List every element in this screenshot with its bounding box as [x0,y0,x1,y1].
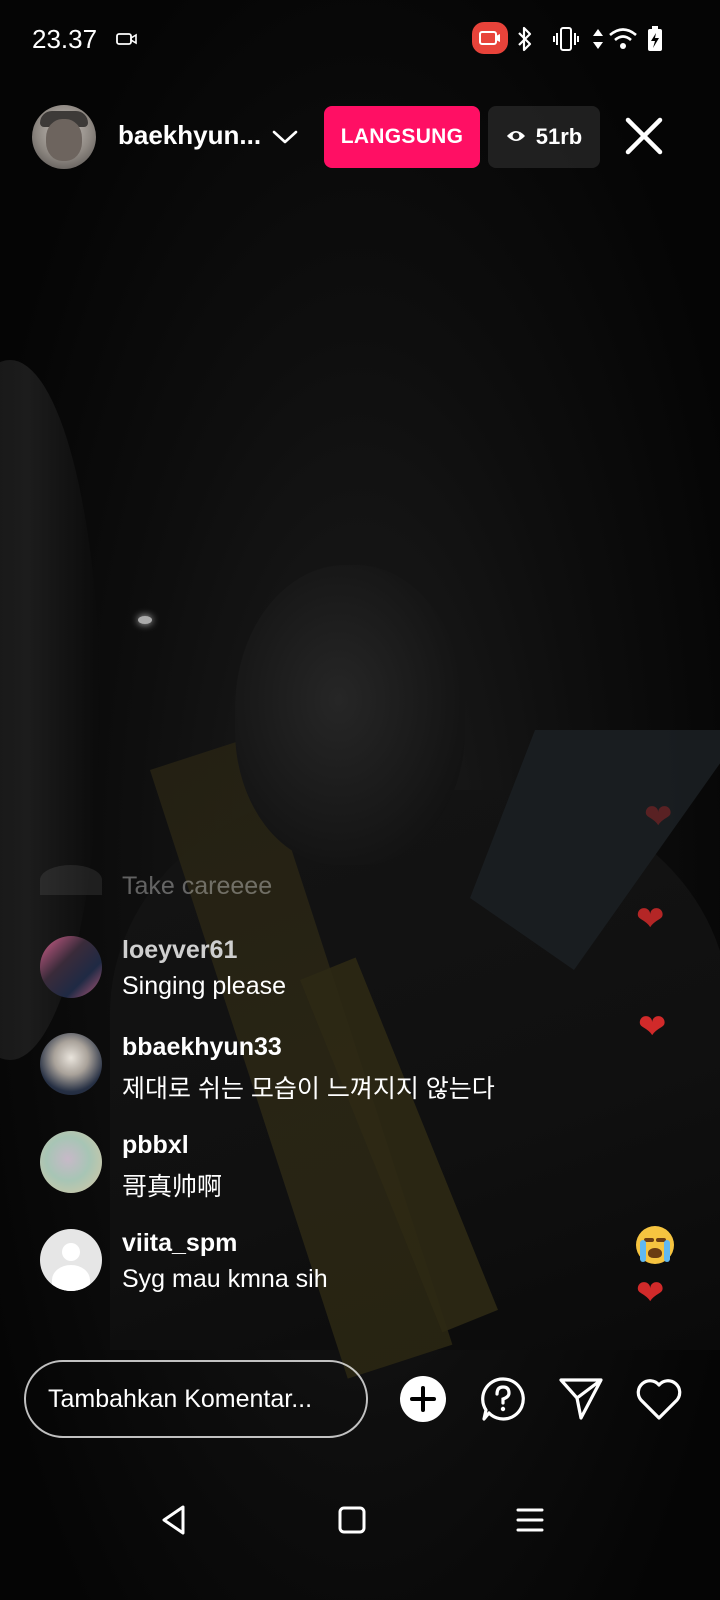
faded-comment-avatar [40,865,102,895]
heart-reaction-icon: ❤ [636,1274,665,1312]
back-icon[interactable] [144,1490,204,1550]
video-camera-icon [116,24,138,54]
comment-username[interactable]: bbaekhyun33 [122,1033,282,1062]
video-light-spot [138,616,152,624]
recents-menu-icon[interactable] [500,1490,560,1550]
comment-username[interactable]: loeyver61 [122,936,237,965]
comment-item[interactable]: bbaekhyun33 제대로 쉬는 모습이 느껴지지 않는다 [40,1033,600,1113]
avatar-face [46,119,82,161]
heart-reaction-icon: ❤ [644,798,673,836]
live-badge: LANGSUNG [324,106,480,168]
vibrate-icon [552,24,580,54]
avatar-body-shape [52,1265,90,1291]
comment-message: Syg mau kmna sih [122,1265,328,1293]
comment-username[interactable]: viita_spm [122,1229,237,1258]
emoji-tear [640,1240,646,1262]
comment-message: 哥真帅啊 [122,1173,223,1201]
comment-message: Singing please [122,972,287,1000]
wifi-icon [608,24,638,54]
avatar-head-shape [62,1243,80,1261]
video-shape-head [235,565,465,865]
data-arrows-icon [592,24,604,54]
heart-reaction-icon: ❤ [636,900,665,938]
default-avatar-icon[interactable] [40,1229,102,1291]
faded-comment: Take careeee [122,872,273,900]
comment-item[interactable]: pbbxl 哥真帅啊 [40,1131,600,1211]
chevron-down-icon[interactable] [270,122,300,152]
comment-item[interactable]: viita_spm Syg mau kmna sih [40,1229,600,1309]
home-icon[interactable] [322,1490,382,1550]
commenter-avatar[interactable] [40,1131,102,1193]
status-time: 23.37 [32,24,98,54]
comment-username[interactable]: pbbxl [122,1131,189,1160]
battery-charging-icon [646,24,664,54]
commenter-avatar[interactable] [40,936,102,998]
send-icon[interactable] [556,1374,606,1424]
close-icon[interactable] [622,114,666,158]
viewer-count-badge[interactable]: 51rb [488,106,600,168]
comment-item[interactable]: loeyver61 Singing please [40,936,600,1016]
emoji-tear [664,1240,670,1262]
commenter-avatar[interactable] [40,1033,102,1095]
viewer-count: 51rb [535,124,583,149]
host-avatar[interactable] [32,105,96,169]
comment-input[interactable]: Tambahkan Komentar... [24,1360,368,1438]
crying-face-icon [636,1226,674,1264]
heart-reaction-icon: ❤ [638,1008,667,1046]
bluetooth-icon [516,24,534,54]
heart-icon[interactable] [634,1374,684,1424]
screen-record-icon [472,22,508,54]
comment-message: 제대로 쉬는 모습이 느껴지지 않는다 [122,1075,495,1103]
add-icon[interactable] [398,1374,448,1424]
status-bar: 23.37 [0,0,720,80]
emoji-mouth [648,1248,662,1258]
eye-icon [506,124,526,150]
question-icon[interactable] [478,1374,528,1424]
host-username[interactable]: baekhyun... [118,120,261,151]
